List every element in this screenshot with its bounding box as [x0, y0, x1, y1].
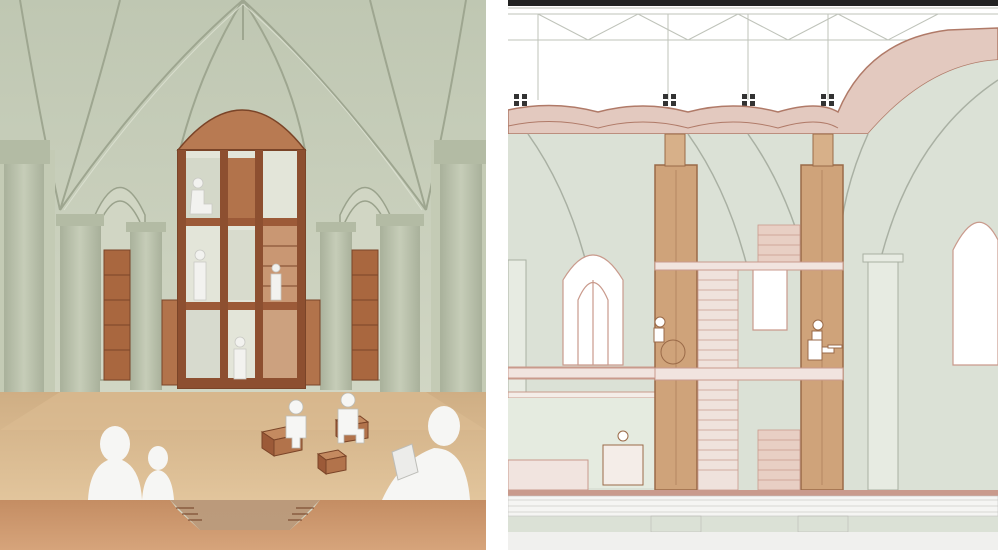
roof-edge	[508, 0, 998, 6]
section-drawing	[508, 0, 998, 550]
perspective-drawing	[0, 0, 486, 550]
perspective-panel	[0, 0, 486, 550]
ground-slab	[508, 490, 998, 496]
section-panel	[508, 0, 998, 550]
figure-sheet	[0, 0, 998, 550]
